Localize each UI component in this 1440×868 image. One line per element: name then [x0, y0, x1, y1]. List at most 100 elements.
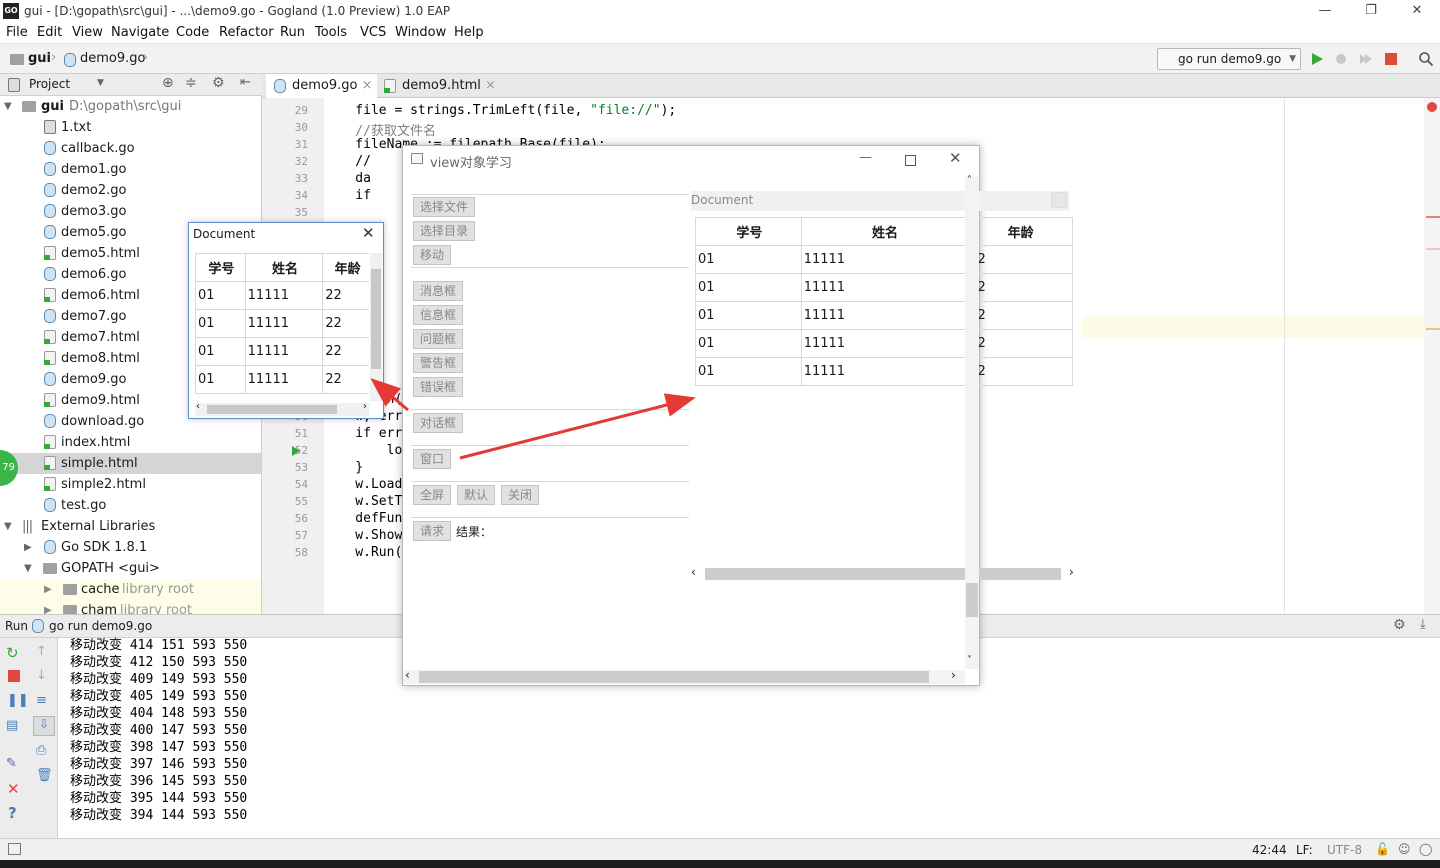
maximize-icon[interactable] [905, 155, 916, 166]
scroll-down-icon[interactable]: ˅ [967, 655, 972, 666]
expand-arrow-icon[interactable]: ▼ [4, 96, 12, 117]
horizontal-scrollbar[interactable]: ‹ › [195, 401, 369, 416]
run-tab-label[interactable]: Run [5, 619, 28, 633]
hide-panel-icon[interactable]: ⇤ [240, 75, 251, 90]
collapse-all-icon[interactable]: ≑ [185, 75, 197, 91]
view-object-window[interactable]: view对象学习 — ✕ 选择文件 选择目录 移动 消息框 信息框 问题框 警告… [402, 145, 1074, 686]
menu-refactor[interactable]: Refactor [219, 25, 274, 40]
file-encoding[interactable]: UTF-8 [1327, 843, 1362, 857]
scroll-left-icon[interactable]: ‹ [405, 668, 410, 682]
layout-icon[interactable]: ▤ [6, 718, 22, 734]
menu-tools[interactable]: Tools [315, 25, 347, 40]
search-icon[interactable] [1418, 51, 1434, 67]
line-separator[interactable]: LF: [1296, 843, 1313, 857]
expand-arrow-icon[interactable]: ▼ [4, 516, 12, 537]
lock-icon[interactable]: 🔓 [1375, 842, 1390, 856]
tree-file-item[interactable]: 1.txt [0, 117, 261, 138]
scrollbar-thumb[interactable] [966, 583, 978, 617]
print-icon[interactable]: ⎙ [36, 743, 52, 759]
run-config-tab[interactable]: go run demo9.go [49, 619, 152, 633]
run-icon[interactable] [1309, 51, 1325, 67]
menu-window[interactable]: Window [395, 25, 446, 40]
warning-box-button[interactable]: 警告框 [413, 353, 464, 373]
close-icon[interactable]: ✕ [7, 780, 23, 798]
horizontal-scrollbar[interactable]: ‹ › [403, 668, 965, 684]
rerun-icon[interactable]: ↻ [6, 644, 22, 662]
fullscreen-button[interactable]: 全屏 [413, 485, 452, 505]
tree-cache[interactable]: ▶ cache library root [0, 579, 261, 600]
message-box-button[interactable]: 消息框 [413, 281, 464, 301]
expand-arrow-icon[interactable]: ▶ [44, 579, 52, 600]
tree-file-item[interactable]: index.html [0, 432, 261, 453]
menu-view[interactable]: View [72, 25, 103, 40]
menu-vcs[interactable]: VCS [360, 25, 386, 40]
scrollbar-thumb[interactable] [371, 269, 381, 369]
up-arrow-icon[interactable]: ↑ [36, 644, 52, 660]
gear-icon[interactable]: ⚙ [212, 75, 225, 91]
caret-position[interactable]: 42:44 [1252, 843, 1287, 857]
error-box-button[interactable]: 错误框 [413, 377, 464, 397]
small-document-window[interactable]: Document ✕ 学号 姓名 年龄 01 11111 22 01 11111 22 01 111… [188, 222, 384, 419]
tree-external-libraries[interactable]: ▼ ||| External Libraries [0, 516, 261, 537]
expand-arrow-icon[interactable]: ▶ [44, 600, 52, 614]
clear-icon[interactable]: 🗑 [36, 768, 53, 784]
menu-file[interactable]: File [6, 25, 28, 40]
close-app-button[interactable]: 关闭 [501, 485, 540, 505]
breadcrumb-project[interactable]: gui [28, 51, 51, 66]
tree-file-item[interactable]: test.go [0, 495, 261, 516]
scroll-to-end-icon[interactable]: ⇩ [33, 716, 55, 736]
scrollbar-thumb[interactable] [207, 405, 337, 414]
inner-horizontal-scrollbar[interactable]: ‹ › [691, 565, 1081, 581]
expand-arrow-icon[interactable]: ▼ [24, 558, 32, 579]
gear-icon[interactable]: ⚙ [1393, 617, 1406, 633]
project-view-select[interactable]: Project [29, 77, 70, 91]
close-button[interactable]: ✕ [1394, 0, 1440, 22]
minimize-icon[interactable]: — [859, 150, 872, 165]
menu-help[interactable]: Help [454, 25, 484, 40]
stop-icon[interactable] [1383, 51, 1399, 67]
scroll-right-icon[interactable]: › [1069, 565, 1074, 579]
vertical-scrollbar[interactable] [370, 253, 382, 401]
scroll-from-source-icon[interactable]: ⊕ [162, 75, 174, 91]
tree-go-sdk[interactable]: ▶ Go SDK 1.8.1 [0, 537, 261, 558]
question-box-button[interactable]: 问题框 [413, 329, 464, 349]
scrollbar-thumb[interactable] [419, 671, 929, 683]
window-button[interactable]: 窗口 [413, 449, 452, 469]
soft-wrap-icon[interactable]: ≡ [36, 693, 52, 709]
default-size-button[interactable]: 默认 [457, 485, 496, 505]
run-gutter-icon[interactable] [292, 446, 300, 456]
scroll-left-icon[interactable]: ‹ [196, 401, 200, 412]
dropdown-arrow-icon[interactable]: ▼ [97, 78, 104, 88]
hide-panel-icon[interactable]: ⤓ [1420, 617, 1426, 632]
select-file-button[interactable]: 选择文件 [413, 197, 476, 217]
close-icon[interactable]: × [362, 74, 373, 98]
run-config-select[interactable]: go run demo9.go ▼ [1157, 48, 1301, 70]
toggle-panels-icon[interactable] [8, 843, 21, 855]
inner-close-button[interactable] [1051, 192, 1067, 208]
tree-root[interactable]: ▼ gui D:\gopath\src\gui [0, 96, 261, 117]
minimize-button[interactable]: — [1302, 0, 1348, 22]
event-log-icon[interactable]: ◯ [1419, 842, 1432, 856]
tree-cham[interactable]: ▶ cham library root [0, 600, 261, 614]
close-icon[interactable]: ✕ [949, 149, 962, 167]
move-button[interactable]: 移动 [413, 245, 452, 265]
menu-navigate[interactable]: Navigate [111, 25, 169, 40]
tree-file-item[interactable]: demo3.go [0, 201, 261, 222]
scroll-right-icon[interactable]: › [951, 668, 956, 682]
debug-icon[interactable] [1333, 51, 1349, 67]
expand-arrow-icon[interactable]: ▶ [24, 537, 32, 558]
menu-run[interactable]: Run [280, 25, 305, 40]
scroll-right-icon[interactable]: › [363, 401, 367, 412]
tree-file-item[interactable]: demo1.go [0, 159, 261, 180]
tree-gopath[interactable]: ▼ GOPATH <gui> [0, 558, 261, 579]
request-button[interactable]: 请求 [413, 521, 452, 541]
maximize-button[interactable]: ❐ [1348, 0, 1394, 22]
close-icon[interactable]: ✕ [362, 224, 375, 242]
scroll-left-icon[interactable]: ‹ [691, 565, 696, 579]
info-box-button[interactable]: 信息框 [413, 305, 464, 325]
scrollbar-thumb[interactable] [705, 568, 1061, 580]
dialog-button[interactable]: 对话框 [413, 413, 464, 433]
vertical-scrollbar[interactable]: ˄ ˅ [965, 175, 979, 669]
pin-icon[interactable]: ✎ [6, 756, 22, 772]
scroll-up-icon[interactable]: ˄ [967, 175, 972, 186]
